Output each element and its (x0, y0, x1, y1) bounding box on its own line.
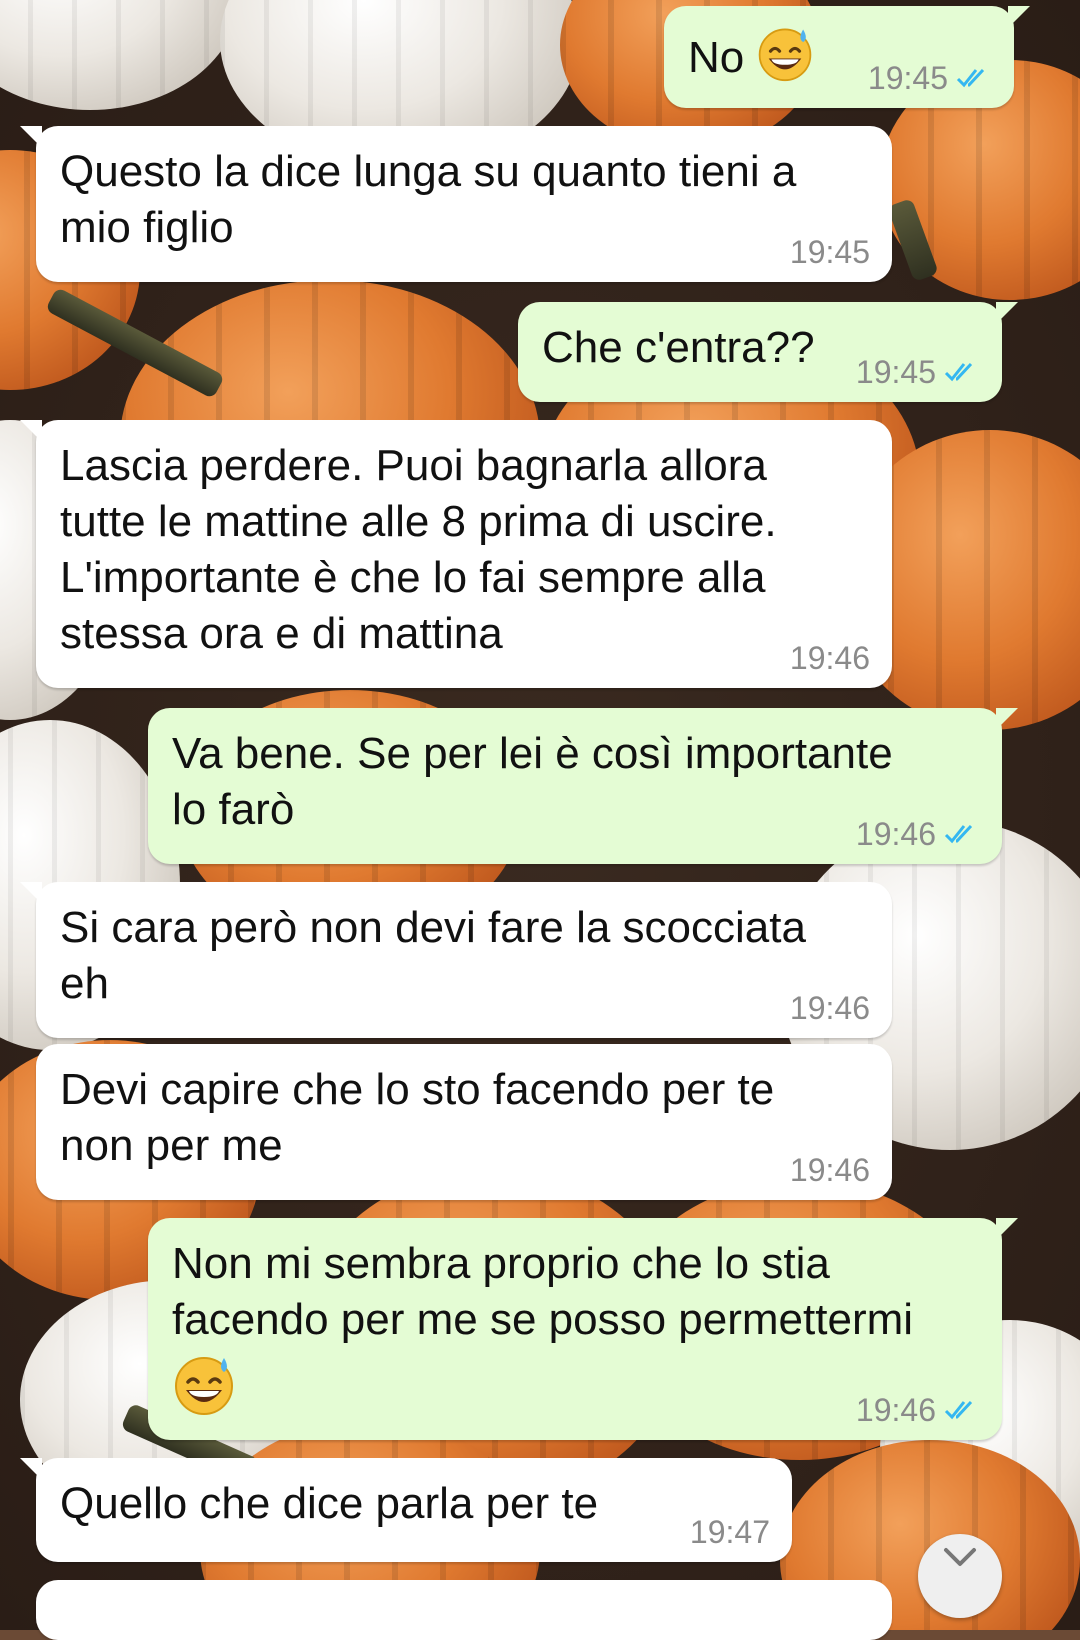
message-meta: 19:47 (690, 1516, 770, 1548)
message-time: 19:45 (789, 234, 870, 270)
message-text: Che c'entra?? (542, 323, 815, 372)
double-check-icon (944, 1400, 973, 1420)
message-time: 19:46 (789, 1152, 870, 1188)
message-time: 19:47 (689, 1514, 770, 1550)
message-text: Non mi sembra proprio che lo stia facend… (172, 1239, 914, 1344)
message-time: 19:46 (789, 990, 870, 1026)
message-text: Va bene. Se per lei è così importante lo… (172, 729, 893, 834)
incoming-message[interactable]: Devi capire che lo sto facendo per te no… (36, 1044, 892, 1200)
message-meta: 19:46 (790, 1154, 870, 1186)
outgoing-message[interactable]: Che c'entra?? 19:45 (518, 302, 1018, 402)
double-check-icon (944, 824, 973, 844)
chevron-down-icon (944, 1548, 976, 1566)
message-text: Lascia perdere. Puoi bagnarla allora tut… (60, 441, 777, 658)
message-time: 19:46 (855, 1392, 936, 1428)
grinning-face-with-sweat-icon (175, 1357, 233, 1415)
message-time: 19:46 (789, 640, 870, 676)
scroll-to-bottom-button[interactable] (918, 1534, 1002, 1618)
double-check-icon (944, 362, 973, 382)
message-meta: 19:46 (790, 992, 870, 1024)
outgoing-message[interactable]: Non mi sembra proprio che lo stia facend… (148, 1218, 1018, 1440)
incoming-message[interactable]: Questo la dice lunga su quanto tieni a m… (20, 126, 892, 282)
message-meta: 19:45 (790, 236, 870, 268)
message-time: 19:45 (867, 60, 948, 96)
message-text: Devi capire che lo sto facendo per te no… (60, 1065, 775, 1170)
message-time: 19:46 (855, 816, 936, 852)
message-meta: 19:46 (856, 818, 980, 850)
message-meta: 19:45 (856, 356, 980, 388)
message-text: Quello che dice parla per te (60, 1479, 599, 1528)
incoming-message[interactable]: Si cara però non devi fare la scocciata … (20, 882, 892, 1038)
message-text: Si cara però non devi fare la scocciata … (60, 903, 806, 1008)
incoming-message[interactable]: Lascia perdere. Puoi bagnarla allora tut… (20, 420, 892, 688)
outgoing-message[interactable]: Va bene. Se per lei è così importante lo… (148, 708, 1018, 864)
message-time: 19:45 (855, 354, 936, 390)
message-meta: 19:46 (790, 642, 870, 674)
message-list[interactable]: No 19:45 Questo la dice lunga su quanto … (0, 0, 1080, 1640)
incoming-message-partial (36, 1580, 892, 1640)
message-meta: 19:45 (868, 62, 992, 94)
message-text: Questo la dice lunga su quanto tieni a m… (60, 147, 797, 252)
incoming-message[interactable]: Quello che dice parla per te 19:47 (20, 1458, 792, 1562)
message-text: No (688, 33, 745, 82)
double-check-icon (956, 68, 985, 88)
outgoing-message[interactable]: No 19:45 (664, 6, 1030, 108)
grinning-face-with-sweat-icon (759, 28, 812, 82)
message-meta: 19:46 (856, 1394, 980, 1426)
